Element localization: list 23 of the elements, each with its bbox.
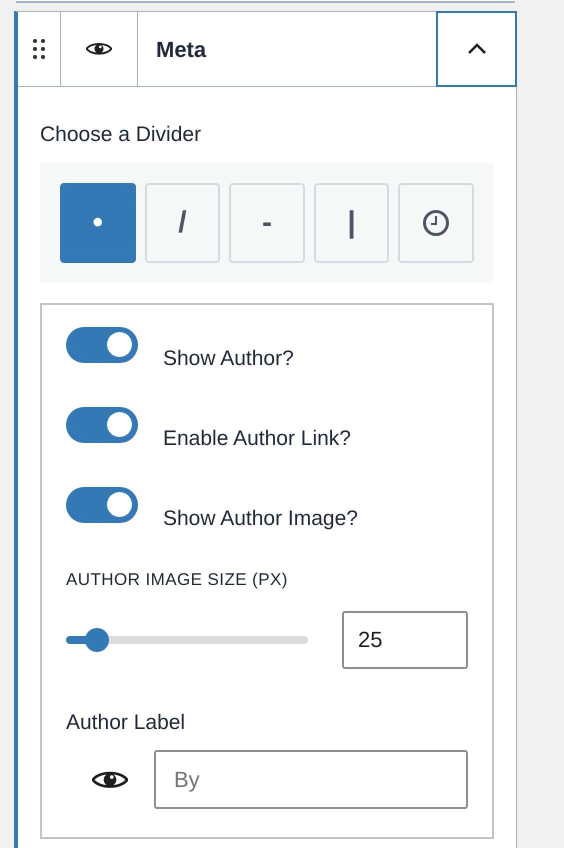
toggle-switch[interactable] xyxy=(66,406,138,442)
eye-icon xyxy=(92,768,128,790)
size-input[interactable]: 25 xyxy=(342,610,468,668)
size-slider[interactable] xyxy=(66,628,308,652)
toggle-label: Show Author? xyxy=(163,346,294,372)
panel-title: Meta xyxy=(156,36,206,64)
divider-option[interactable]: | xyxy=(314,182,390,262)
divider-option[interactable]: - xyxy=(229,182,305,262)
divider-option[interactable] xyxy=(398,182,474,262)
toggle-label: Show Author Image? xyxy=(163,506,358,532)
clock-icon xyxy=(422,208,450,236)
collapse-button[interactable] xyxy=(436,11,517,87)
divider-label: Choose a Divider xyxy=(40,122,202,148)
divider-option[interactable]: / xyxy=(144,182,220,262)
toggle-switch[interactable] xyxy=(66,486,138,522)
visibility-icon xyxy=(86,41,112,57)
toggle-switch[interactable] xyxy=(66,326,138,362)
author-label-heading: Author Label xyxy=(66,710,186,736)
chevron-icon xyxy=(466,43,486,55)
image-size-label: AUTHOR IMAGE SIZE (PX) xyxy=(66,568,288,590)
author-label-input[interactable]: By xyxy=(154,750,468,809)
divider-option[interactable]: • xyxy=(60,182,136,262)
toggle-label: Enable Author Link? xyxy=(163,426,351,452)
